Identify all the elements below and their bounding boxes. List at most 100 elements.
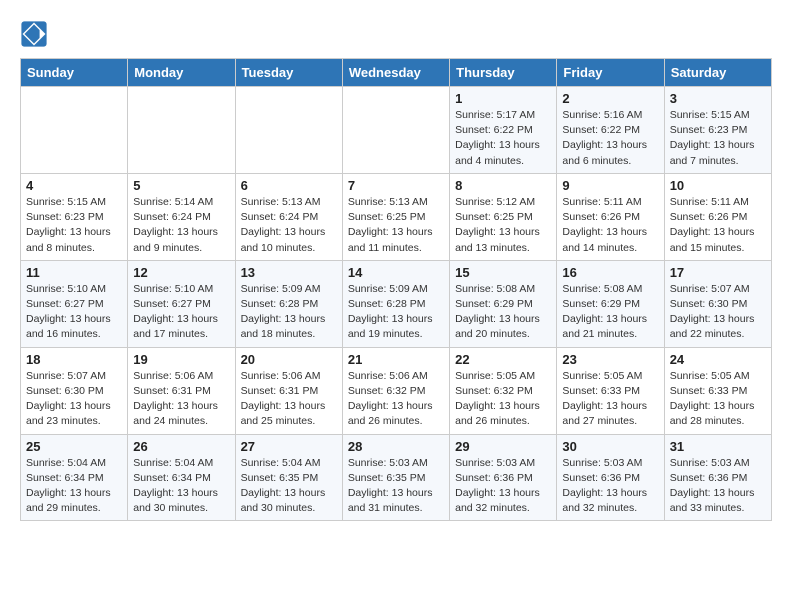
logo-icon (20, 20, 48, 48)
day-info: Sunrise: 5:06 AM Sunset: 6:31 PM Dayligh… (133, 369, 229, 430)
day-number: 2 (562, 91, 658, 106)
day-info: Sunrise: 5:17 AM Sunset: 6:22 PM Dayligh… (455, 108, 551, 169)
day-number: 29 (455, 439, 551, 454)
day-info: Sunrise: 5:03 AM Sunset: 6:36 PM Dayligh… (670, 456, 766, 517)
day-info: Sunrise: 5:04 AM Sunset: 6:35 PM Dayligh… (241, 456, 337, 517)
day-info: Sunrise: 5:07 AM Sunset: 6:30 PM Dayligh… (670, 282, 766, 343)
day-info: Sunrise: 5:05 AM Sunset: 6:33 PM Dayligh… (562, 369, 658, 430)
day-number: 5 (133, 178, 229, 193)
day-number: 12 (133, 265, 229, 280)
week-row-4: 18 Sunrise: 5:07 AM Sunset: 6:30 PM Dayli… (21, 347, 772, 434)
day-number: 13 (241, 265, 337, 280)
day-number: 25 (26, 439, 122, 454)
day-info: Sunrise: 5:07 AM Sunset: 6:30 PM Dayligh… (26, 369, 122, 430)
day-info: Sunrise: 5:10 AM Sunset: 6:27 PM Dayligh… (133, 282, 229, 343)
day-cell: 6 Sunrise: 5:13 AM Sunset: 6:24 PM Daylig… (235, 173, 342, 260)
day-info: Sunrise: 5:09 AM Sunset: 6:28 PM Dayligh… (348, 282, 444, 343)
day-number: 17 (670, 265, 766, 280)
day-number: 30 (562, 439, 658, 454)
day-cell: 8Sunrise: 5:12 AM Sunset: 6:25 PM Daylig… (450, 173, 557, 260)
day-info: Sunrise: 5:08 AM Sunset: 6:29 PM Dayligh… (455, 282, 551, 343)
day-cell: 19 Sunrise: 5:06 AM Sunset: 6:31 PM Dayli… (128, 347, 235, 434)
logo (20, 20, 52, 48)
day-info: Sunrise: 5:10 AM Sunset: 6:27 PM Dayligh… (26, 282, 122, 343)
header-row: SundayMondayTuesdayWednesdayThursdayFrid… (21, 59, 772, 87)
day-cell: 28Sunrise: 5:03 AM Sunset: 6:35 PM Dayli… (342, 434, 449, 521)
day-cell: 16Sunrise: 5:08 AM Sunset: 6:29 PM Dayli… (557, 260, 664, 347)
day-number: 19 (133, 352, 229, 367)
calendar-table: SundayMondayTuesdayWednesdayThursdayFrid… (20, 58, 772, 521)
week-row-2: 4 Sunrise: 5:15 AM Sunset: 6:23 PM Daylig… (21, 173, 772, 260)
day-number: 4 (26, 178, 122, 193)
col-header-sunday: Sunday (21, 59, 128, 87)
day-cell: 7 Sunrise: 5:13 AM Sunset: 6:25 PM Daylig… (342, 173, 449, 260)
day-cell: 14 Sunrise: 5:09 AM Sunset: 6:28 PM Dayli… (342, 260, 449, 347)
day-info: Sunrise: 5:03 AM Sunset: 6:36 PM Dayligh… (562, 456, 658, 517)
col-header-thursday: Thursday (450, 59, 557, 87)
day-number: 18 (26, 352, 122, 367)
day-number: 9 (562, 178, 658, 193)
week-row-5: 25 Sunrise: 5:04 AM Sunset: 6:34 PM Dayli… (21, 434, 772, 521)
col-header-saturday: Saturday (664, 59, 771, 87)
day-number: 6 (241, 178, 337, 193)
day-info: Sunrise: 5:06 AM Sunset: 6:32 PM Dayligh… (348, 369, 444, 430)
col-header-wednesday: Wednesday (342, 59, 449, 87)
day-number: 22 (455, 352, 551, 367)
day-info: Sunrise: 5:13 AM Sunset: 6:24 PM Dayligh… (241, 195, 337, 256)
day-cell: 4 Sunrise: 5:15 AM Sunset: 6:23 PM Daylig… (21, 173, 128, 260)
day-info: Sunrise: 5:04 AM Sunset: 6:34 PM Dayligh… (26, 456, 122, 517)
day-cell: 9 Sunrise: 5:11 AM Sunset: 6:26 PM Daylig… (557, 173, 664, 260)
day-number: 20 (241, 352, 337, 367)
day-number: 24 (670, 352, 766, 367)
day-cell: 29 Sunrise: 5:03 AM Sunset: 6:36 PM Dayli… (450, 434, 557, 521)
day-number: 21 (348, 352, 444, 367)
day-cell: 5 Sunrise: 5:14 AM Sunset: 6:24 PM Daylig… (128, 173, 235, 260)
day-info: Sunrise: 5:03 AM Sunset: 6:36 PM Dayligh… (455, 456, 551, 517)
day-cell: 31 Sunrise: 5:03 AM Sunset: 6:36 PM Dayli… (664, 434, 771, 521)
week-row-3: 11Sunrise: 5:10 AM Sunset: 6:27 PM Dayli… (21, 260, 772, 347)
day-number: 7 (348, 178, 444, 193)
day-number: 27 (241, 439, 337, 454)
day-number: 14 (348, 265, 444, 280)
day-cell: 13Sunrise: 5:09 AM Sunset: 6:28 PM Dayli… (235, 260, 342, 347)
col-header-tuesday: Tuesday (235, 59, 342, 87)
day-cell (21, 87, 128, 174)
day-cell: 15Sunrise: 5:08 AM Sunset: 6:29 PM Dayli… (450, 260, 557, 347)
day-info: Sunrise: 5:05 AM Sunset: 6:33 PM Dayligh… (670, 369, 766, 430)
day-cell (342, 87, 449, 174)
day-number: 26 (133, 439, 229, 454)
page: SundayMondayTuesdayWednesdayThursdayFrid… (0, 0, 792, 531)
day-cell: 30 Sunrise: 5:03 AM Sunset: 6:36 PM Dayli… (557, 434, 664, 521)
col-header-friday: Friday (557, 59, 664, 87)
day-number: 1 (455, 91, 551, 106)
day-cell: 26 Sunrise: 5:04 AM Sunset: 6:34 PM Dayli… (128, 434, 235, 521)
day-cell: 20 Sunrise: 5:06 AM Sunset: 6:31 PM Dayli… (235, 347, 342, 434)
day-cell: 23Sunrise: 5:05 AM Sunset: 6:33 PM Dayli… (557, 347, 664, 434)
day-cell: 11Sunrise: 5:10 AM Sunset: 6:27 PM Dayli… (21, 260, 128, 347)
day-cell (235, 87, 342, 174)
week-row-1: 1 Sunrise: 5:17 AM Sunset: 6:22 PM Daylig… (21, 87, 772, 174)
day-info: Sunrise: 5:11 AM Sunset: 6:26 PM Dayligh… (562, 195, 658, 256)
day-info: Sunrise: 5:16 AM Sunset: 6:22 PM Dayligh… (562, 108, 658, 169)
day-info: Sunrise: 5:11 AM Sunset: 6:26 PM Dayligh… (670, 195, 766, 256)
day-cell: 1 Sunrise: 5:17 AM Sunset: 6:22 PM Daylig… (450, 87, 557, 174)
day-cell: 12 Sunrise: 5:10 AM Sunset: 6:27 PM Dayli… (128, 260, 235, 347)
day-cell: 24 Sunrise: 5:05 AM Sunset: 6:33 PM Dayli… (664, 347, 771, 434)
day-number: 10 (670, 178, 766, 193)
day-info: Sunrise: 5:04 AM Sunset: 6:34 PM Dayligh… (133, 456, 229, 517)
day-number: 31 (670, 439, 766, 454)
day-number: 16 (562, 265, 658, 280)
day-number: 3 (670, 91, 766, 106)
day-cell: 10 Sunrise: 5:11 AM Sunset: 6:26 PM Dayli… (664, 173, 771, 260)
day-info: Sunrise: 5:06 AM Sunset: 6:31 PM Dayligh… (241, 369, 337, 430)
day-info: Sunrise: 5:13 AM Sunset: 6:25 PM Dayligh… (348, 195, 444, 256)
day-cell (128, 87, 235, 174)
day-cell: 21 Sunrise: 5:06 AM Sunset: 6:32 PM Dayli… (342, 347, 449, 434)
day-info: Sunrise: 5:05 AM Sunset: 6:32 PM Dayligh… (455, 369, 551, 430)
day-cell: 17 Sunrise: 5:07 AM Sunset: 6:30 PM Dayli… (664, 260, 771, 347)
day-info: Sunrise: 5:12 AM Sunset: 6:25 PM Dayligh… (455, 195, 551, 256)
day-cell: 22 Sunrise: 5:05 AM Sunset: 6:32 PM Dayli… (450, 347, 557, 434)
day-info: Sunrise: 5:15 AM Sunset: 6:23 PM Dayligh… (26, 195, 122, 256)
day-number: 28 (348, 439, 444, 454)
day-info: Sunrise: 5:14 AM Sunset: 6:24 PM Dayligh… (133, 195, 229, 256)
